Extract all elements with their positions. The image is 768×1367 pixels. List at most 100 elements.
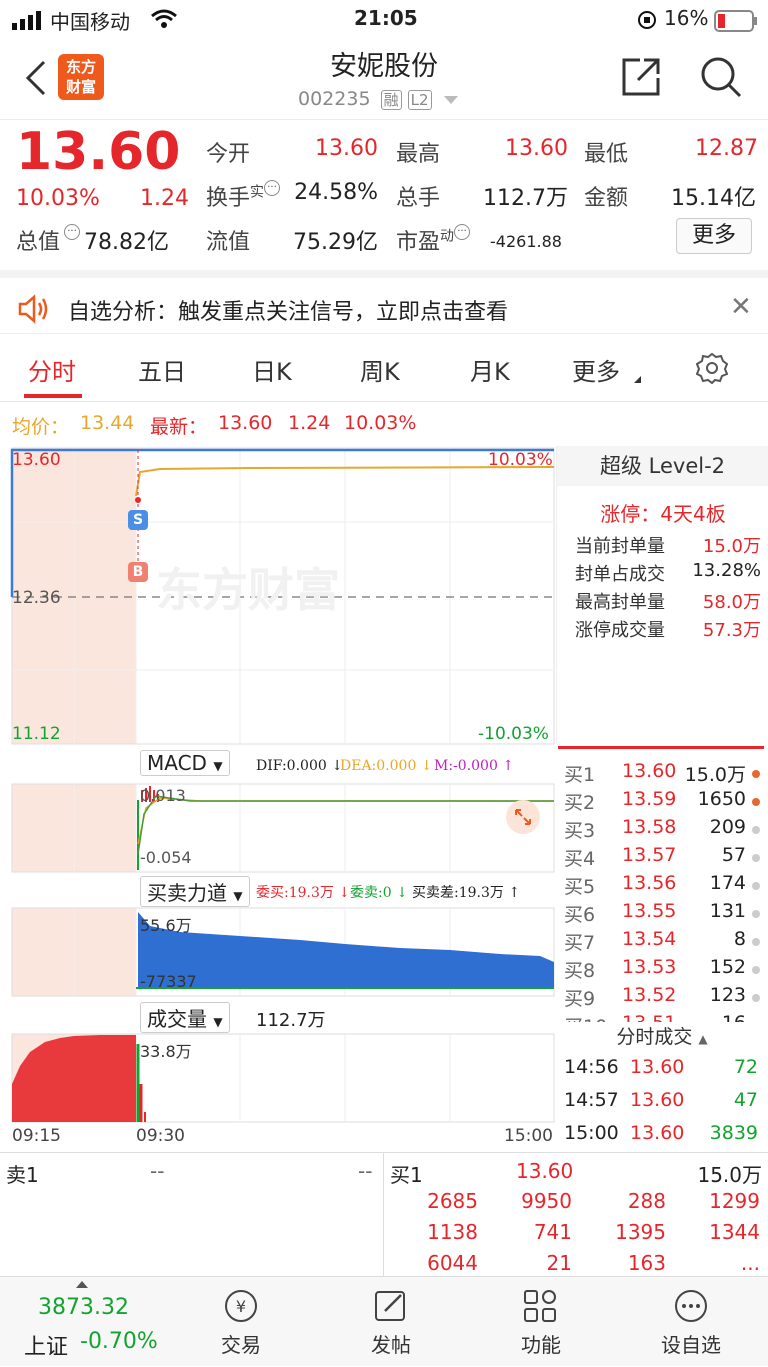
force-selector[interactable]: 买卖力道 ▼ <box>140 876 250 907</box>
level2-value: 15.0万 <box>702 536 761 557</box>
force-top-label: 55.6万 <box>140 916 192 935</box>
tick-volume: 47 <box>733 1089 758 1111</box>
macd-selector[interactable]: MACD ▼ <box>140 750 230 776</box>
info-icon[interactable]: ··· <box>64 224 81 240</box>
stock-header: 东方 财富 安妮股份 002235 融 L2 <box>0 40 768 120</box>
index-ticker[interactable]: 3873.32 上证 -0.70% <box>0 1277 160 1367</box>
volume-top-label: 33.8万 <box>140 1042 192 1061</box>
open-value: 13.60 <box>315 136 378 161</box>
force-bottom-label: -77337 <box>140 972 197 991</box>
orderbook-row[interactable]: 买9 13.52 123 <box>556 984 768 1012</box>
tab-monthly-k[interactable]: 月K <box>470 352 510 387</box>
orderbook-level: 买6 <box>564 904 596 926</box>
index-value: 3873.32 <box>38 1295 129 1320</box>
orderbook-row[interactable]: 买3 13.58 209 <box>556 816 768 844</box>
total-value: 78.82亿 <box>84 230 169 255</box>
close-icon[interactable]: ✕ <box>730 292 752 322</box>
battery-text: 16% <box>664 6 709 30</box>
nav-trade[interactable]: ¥ 交易 <box>176 1287 306 1358</box>
orderbook-volume: 209 <box>709 816 746 838</box>
search-icon[interactable] <box>698 54 744 104</box>
more-button[interactable]: 更多 <box>676 218 752 254</box>
dea-line <box>137 797 554 845</box>
turnover-value: 24.58% <box>294 180 378 205</box>
dif-value: DIF:0.000 ↓ <box>256 758 343 774</box>
volume-total: 112.7万 <box>256 1010 326 1031</box>
time-open: 09:30 <box>136 1126 185 1146</box>
intraday-chart[interactable]: 13.60 10.03% 12.36 11.12 -10.03% 东方财富 S … <box>0 444 768 1154</box>
tab-5day[interactable]: 五日 <box>138 352 186 387</box>
tick-volume: 3839 <box>709 1122 758 1144</box>
tab-intraday[interactable]: 分时 <box>28 352 76 387</box>
volume-selector[interactable]: 成交量 ▼ <box>140 1002 230 1033</box>
orderbook-price: 13.55 <box>622 900 677 922</box>
gear-icon[interactable] <box>695 352 729 388</box>
time-end: 15:00 <box>504 1126 553 1146</box>
ticks-title[interactable]: 分时成交 <box>616 1026 692 1048</box>
level2-key: 封单占成交 <box>575 564 665 585</box>
info-icon[interactable]: ··· <box>454 224 471 240</box>
status-dot <box>752 910 760 918</box>
orderbook-row[interactable]: 买7 13.54 8 <box>556 928 768 956</box>
sell1-volume: -- <box>358 1159 373 1183</box>
tick-price: 13.60 <box>630 1122 685 1144</box>
volume-value: 112.7万 <box>483 186 568 211</box>
level2-key: 当前封单量 <box>575 536 665 557</box>
queue-cell: 288 <box>627 1189 666 1213</box>
buy-marker[interactable]: B <box>128 562 148 582</box>
tab-more[interactable]: 更多 <box>572 352 620 387</box>
limit-up-text: 涨停：4天4板 <box>600 502 726 526</box>
orderbook-row[interactable]: 买5 13.56 174 <box>556 872 768 900</box>
orderbook-row[interactable]: 买6 13.55 131 <box>556 900 768 928</box>
caret-up-icon[interactable]: ▲ <box>698 1032 707 1046</box>
amount-label: 金额 <box>584 186 629 211</box>
wei-buy: 委买:19.3万 ↓ <box>256 885 351 901</box>
nav-post[interactable]: 发帖 <box>326 1287 456 1358</box>
signal-icon <box>12 10 46 35</box>
buy1-label: 买1 <box>390 1163 423 1187</box>
watermark: 东方财富 <box>156 563 340 617</box>
level2-panel[interactable]: 超级 Level-2 涨停：4天4板 当前封单量 15.0万 封单占成交 13.28%… <box>556 446 768 744</box>
nav-function[interactable]: 功能 <box>476 1287 606 1358</box>
orderbook-row[interactable]: 买2 13.59 1650 <box>556 788 768 816</box>
last-label: 最新： <box>150 416 208 438</box>
battery-icon <box>714 10 758 37</box>
amount-value: 15.14亿 <box>671 186 756 211</box>
volume-label: 总手 <box>396 186 441 211</box>
queue-cell: 163 <box>627 1251 666 1275</box>
sell-marker[interactable]: S <box>128 510 148 530</box>
buy1-price: 13.60 <box>516 1159 574 1183</box>
info-icon[interactable]: ··· <box>264 180 281 196</box>
share-icon[interactable] <box>620 56 662 102</box>
orderbook-volume: 152 <box>709 956 746 978</box>
analysis-alert[interactable]: 自选分析：触发重点关注信号，立即点击查看 ✕ <box>0 270 768 334</box>
last-value: 13.60 <box>218 412 273 434</box>
rotation-lock-icon <box>636 9 658 36</box>
low-label: 最低 <box>584 142 629 167</box>
wei-diff: 买卖差:19.3万 ↑ <box>412 885 521 901</box>
status-dot <box>752 938 760 946</box>
orderbook-row[interactable]: 买4 13.57 57 <box>556 844 768 872</box>
float-value: 75.29亿 <box>293 230 378 255</box>
orderbook-row[interactable]: 买1 13.60 15.0万 <box>556 760 768 788</box>
status-dot <box>752 770 760 778</box>
caret-down-icon[interactable] <box>443 95 458 104</box>
orderbook-price: 13.54 <box>622 928 677 950</box>
nav-watchlist[interactable]: 设自选 <box>626 1287 756 1358</box>
pct-top-label: 10.03% <box>488 450 553 470</box>
orderbook-level: 买1 <box>564 764 596 786</box>
pct-bottom-label: -10.03% <box>478 724 549 744</box>
tab-daily-k[interactable]: 日K <box>252 352 292 387</box>
chart-tabs: 分时 五日 日K 周K 月K 更多 <box>0 334 768 402</box>
orderbook-price: 13.58 <box>622 816 677 838</box>
change-amount: 1.24 <box>140 186 189 211</box>
dea-value: DEA:0.000 ↓ <box>340 758 433 774</box>
time-start: 09:15 <box>12 1126 61 1146</box>
orderbook-volume: 123 <box>709 984 746 1006</box>
tab-weekly-k[interactable]: 周K <box>360 352 400 387</box>
orderbook-volume: 131 <box>709 900 746 922</box>
prev-close-label: 12.36 <box>12 588 61 608</box>
orderbook-level: 买2 <box>564 792 596 814</box>
expand-icon[interactable] <box>506 800 540 834</box>
orderbook-row[interactable]: 买8 13.53 152 <box>556 956 768 984</box>
